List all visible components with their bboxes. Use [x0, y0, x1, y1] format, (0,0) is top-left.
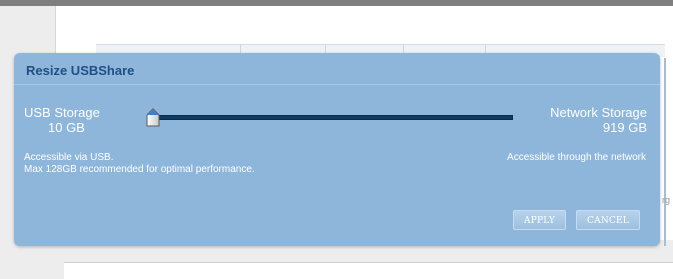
usb-access-note: Accessible via USB. Max 128GB recommende… [24, 152, 255, 176]
background-panel-edge [664, 58, 666, 246]
usb-storage-label: USB Storage [24, 105, 100, 120]
slider-thumb-icon[interactable] [146, 108, 160, 127]
usb-capacity-recommendation: Max 128GB recommended for optimal perfor… [24, 164, 255, 175]
resize-usbshare-dialog: Resize USBShare USB Storage 10 GB Networ… [14, 53, 660, 246]
network-access-note: Accessible through the network [507, 152, 646, 163]
storage-split-slider-track[interactable] [149, 115, 513, 120]
network-storage-label: Network Storage [550, 105, 647, 120]
usb-access-note-line: Accessible via USB. [24, 152, 114, 163]
dialog-title-divider [14, 84, 660, 85]
network-storage-size: 919 GB [602, 120, 647, 135]
cancel-button[interactable]: CANCEL [576, 210, 640, 230]
apply-button[interactable]: APPLY [513, 210, 566, 230]
background-clipped-text: rg [662, 195, 671, 205]
background-bottom-panel [64, 262, 673, 279]
usb-storage-size: 10 GB [48, 120, 85, 135]
dialog-title: Resize USBShare [26, 63, 135, 78]
